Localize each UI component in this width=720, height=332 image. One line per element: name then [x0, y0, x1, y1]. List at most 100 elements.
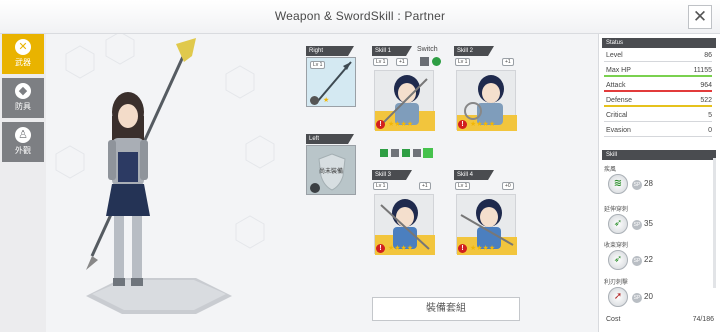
skill3-label-text: Skill 3	[375, 172, 392, 178]
stat-value: 86	[704, 52, 712, 59]
tab-weapon[interactable]: ✕ 武器	[2, 34, 44, 74]
skill2-card[interactable]: ! ★★★★	[456, 70, 517, 131]
sp-tag: SP 20	[632, 292, 653, 303]
left-shield-slot[interactable]: 尚未裝備	[306, 145, 356, 195]
skill-item[interactable]: ➚ SP 20	[602, 285, 716, 309]
star-icon: ★	[323, 97, 330, 104]
element-icon	[413, 149, 421, 157]
skill4-star-icon: ★★★★	[470, 245, 496, 252]
stat-divider	[604, 121, 712, 122]
skill1-level: Lv 1	[373, 58, 389, 66]
skill2-star-icon: ★★★★	[470, 121, 496, 128]
pierce-icon: ➶	[608, 250, 628, 270]
skill4-label-text: Skill 4	[457, 172, 474, 178]
stat-key: Defense	[606, 97, 633, 104]
skill3-card[interactable]: ! ★★★★	[374, 194, 435, 255]
switch-icon	[420, 57, 429, 66]
element-icon	[380, 149, 388, 157]
cost-label: Cost	[606, 316, 621, 323]
stat-value: 964	[700, 82, 712, 89]
wind-slash-icon: ≋	[608, 174, 628, 194]
tab-appearance[interactable]: ♙ 外觀	[2, 122, 44, 162]
stat-value: 0	[708, 127, 712, 134]
skill2-label-text: Skill 2	[457, 48, 474, 54]
armor-icon: ◆	[15, 83, 31, 99]
hp-bar	[604, 75, 712, 77]
skill2-alert-icon: !	[458, 120, 467, 129]
skill-item[interactable]: ➶ SP 35	[602, 212, 716, 236]
skill3-plus: +1	[419, 182, 431, 190]
skill3-alert-icon: !	[376, 244, 385, 253]
stat-key: Evasion	[606, 127, 631, 134]
skill2-label: Skill 2	[454, 46, 494, 56]
skill-item[interactable]: ≋ SP 28	[602, 172, 716, 196]
stat-value: 5	[708, 112, 712, 119]
skill1-element-icons	[380, 148, 433, 158]
slot-rarity-icon	[310, 96, 319, 105]
skill1-card[interactable]: ! ★★★★	[374, 70, 435, 131]
switch-toggle[interactable]	[418, 56, 458, 70]
skill2-plus: +1	[502, 58, 514, 66]
element-icon	[423, 148, 433, 158]
status-header: Status	[602, 38, 716, 48]
sp-badge: SP	[632, 256, 642, 266]
stat-defense: Defense 522	[604, 96, 712, 107]
stat-evasion: Evasion 0	[604, 126, 712, 137]
stat-maxhp: Max HP 11155	[604, 66, 712, 77]
defense-bar	[604, 105, 712, 107]
cost-value: 74/186	[692, 316, 714, 323]
stat-key: Attack	[606, 82, 626, 89]
element-icon	[391, 149, 399, 157]
stat-attack: Attack 964	[604, 81, 712, 92]
character-stage[interactable]	[46, 31, 300, 332]
equipment-set-button[interactable]: 裝備套組	[372, 297, 520, 321]
right-label-text: Right	[309, 48, 324, 54]
left-label-text: Left	[309, 136, 320, 142]
stat-divider	[604, 136, 712, 137]
switch-skill-icon	[432, 57, 441, 66]
element-icon	[402, 149, 410, 157]
tab-armor-label: 防具	[15, 102, 31, 111]
sp-value: 28	[644, 179, 653, 188]
skill1-label: Skill 1	[372, 46, 412, 56]
stat-value: 11155	[693, 67, 712, 74]
stat-key: Critical	[606, 112, 628, 119]
right-weapon-slot[interactable]: Lv 1 ★	[306, 57, 356, 107]
skill1-label-text: Skill 1	[375, 48, 392, 54]
tab-armor[interactable]: ◆ 防具	[2, 78, 44, 118]
sp-tag: SP 35	[632, 219, 653, 230]
skill-scrollbar[interactable]	[713, 158, 716, 288]
title-bar: Weapon & SwordSkill : Partner ✕	[0, 0, 720, 34]
stat-value: 522	[700, 97, 712, 104]
sp-badge: SP	[632, 293, 642, 303]
page-title: Weapon & SwordSkill : Partner	[274, 9, 446, 23]
stat-critical: Critical 5	[604, 111, 712, 122]
switch-label: Switch	[417, 46, 438, 53]
skill4-alert-icon: !	[458, 244, 467, 253]
sp-tag: SP 22	[632, 255, 653, 266]
skill1-alert-icon: !	[376, 120, 385, 129]
sp-badge: SP	[632, 220, 642, 230]
attack-bar	[604, 90, 712, 92]
close-button[interactable]: ✕	[688, 5, 712, 29]
stat-key: Max HP	[606, 67, 631, 74]
skill4-level: Lv 1	[455, 182, 471, 190]
pierce-icon: ➶	[608, 214, 628, 234]
skill-item[interactable]: ➶ SP 22	[602, 248, 716, 272]
sp-value: 22	[644, 255, 653, 264]
skill1-plus: +1	[396, 58, 408, 66]
swords-icon: ✕	[15, 39, 31, 55]
left-empty-text: 尚未裝備	[318, 169, 343, 175]
stat-level: Level 86	[604, 51, 712, 62]
skill4-card[interactable]: ! ★★★★	[456, 194, 517, 255]
right-slot-label: Right	[306, 46, 354, 56]
character-model	[55, 31, 275, 314]
stat-divider	[604, 61, 712, 62]
skill4-label: Skill 4	[454, 170, 494, 180]
skill4-plus: +0	[502, 182, 514, 190]
skill3-label: Skill 3	[372, 170, 412, 180]
cost-row: Cost 74/186	[606, 316, 714, 323]
sp-value: 35	[644, 219, 653, 228]
skill3-star-icon: ★★★★	[388, 245, 414, 252]
close-icon: ✕	[692, 7, 708, 26]
